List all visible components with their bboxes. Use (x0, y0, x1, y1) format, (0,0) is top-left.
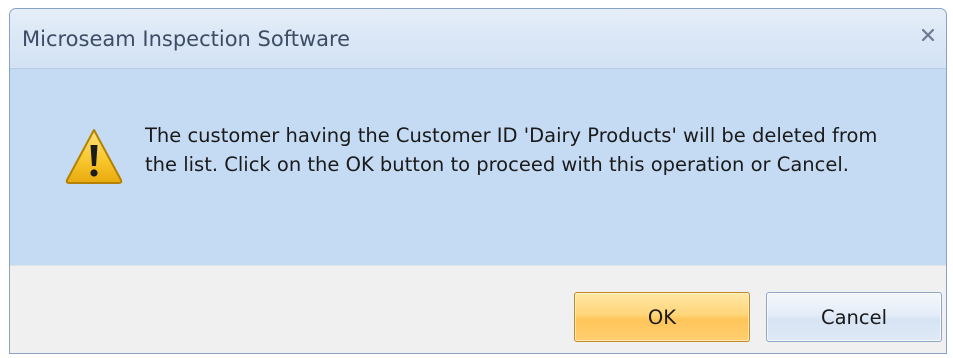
message-text: The customer having the Customer ID 'Dai… (145, 124, 878, 176)
button-bar: OK Cancel (10, 265, 946, 353)
ok-button[interactable]: OK (574, 292, 750, 342)
close-icon (921, 28, 935, 42)
close-button[interactable] (914, 21, 942, 49)
warning-icon (65, 129, 123, 184)
message-area: The customer having the Customer ID 'Dai… (10, 69, 946, 265)
cancel-button[interactable]: Cancel (766, 292, 942, 342)
title-bar[interactable]: Microseam Inspection Software (10, 9, 946, 69)
message-dialog: Microseam Inspection Software The custom… (9, 8, 947, 354)
dialog-title: Microseam Inspection Software (22, 27, 351, 51)
